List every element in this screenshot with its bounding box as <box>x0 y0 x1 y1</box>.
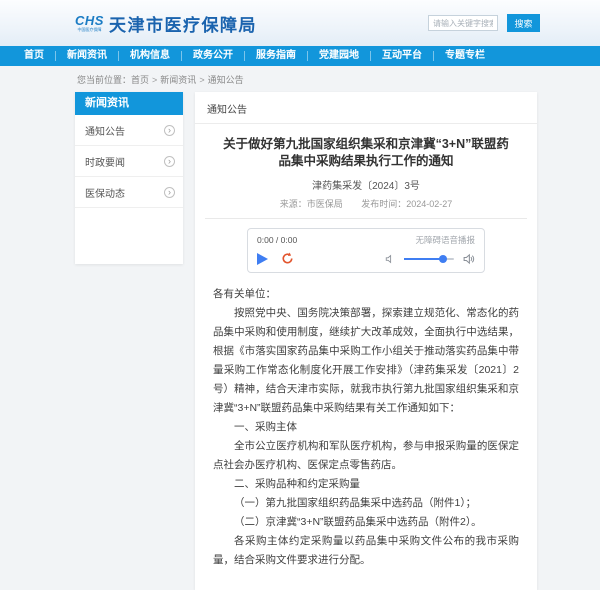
logo-abbr: CHS <box>75 14 104 27</box>
article-title: 关于做好第九批国家组织集采和京津冀“3+N”联盟药品集中采购结果执行工作的通知 <box>219 136 513 170</box>
paragraph: 各有关单位： <box>213 285 519 304</box>
nav-item-interaction[interactable]: 互动平台 <box>371 51 434 61</box>
site-search: 搜索 <box>428 14 540 32</box>
chevron-right-icon: › <box>164 187 175 198</box>
breadcrumb: 您当前位置：首页>新闻资讯>通知公告 <box>0 66 600 92</box>
breadcrumb-separator: > <box>199 75 204 85</box>
sidebar-item-political-news[interactable]: 时政要闻 › <box>75 146 183 177</box>
main-nav: 首页 新闻资讯 机构信息 政务公开 服务指南 党建园地 互动平台 专题专栏 <box>0 46 600 66</box>
play-button[interactable] <box>257 253 268 265</box>
search-button[interactable]: 搜索 <box>507 14 540 32</box>
nav-item-party-building[interactable]: 党建园地 <box>308 51 371 61</box>
sidebar-title: 新闻资讯 <box>75 92 183 115</box>
chs-logo-icon: CHS 中国医疗保障 <box>75 14 104 32</box>
site-header: CHS 中国医疗保障 天津市医疗保障局 搜索 <box>0 0 600 46</box>
sidebar-item-label: 时政要闻 <box>85 154 125 169</box>
content-area: 新闻资讯 通知公告 › 时政要闻 › 医保动态 › 通知公告 关于做好第九批国家… <box>0 92 600 590</box>
replay-icon[interactable] <box>281 252 294 265</box>
breadcrumb-current[interactable]: 通知公告 <box>208 75 244 85</box>
volume-slider[interactable] <box>404 258 454 260</box>
nav-item-home[interactable]: 首页 <box>13 51 56 61</box>
article-source: 来源：市医保局 <box>280 199 343 209</box>
article-body: 关于做好第九批国家组织集采和京津冀“3+N”联盟药品集中采购结果执行工作的通知 … <box>195 124 537 590</box>
paragraph: 按照党中央、国务院决策部署，探索建立规范化、常态化的药品集中采购和使用制度，继续… <box>213 304 519 418</box>
accessibility-audio-label[interactable]: 无障碍语音播报 <box>415 234 475 246</box>
logo-subtext: 中国医疗保障 <box>77 28 101 32</box>
audio-player: 0:00 / 0:00 无障碍语音播报 <box>247 228 485 273</box>
site-title: 天津市医疗保障局 <box>109 11 257 36</box>
nav-item-gov-affairs[interactable]: 政务公开 <box>182 51 245 61</box>
article-meta: 来源：市医保局 发布时间：2024-02-27 <box>213 197 519 210</box>
article-publish-date: 发布时间：2024-02-27 <box>361 199 452 209</box>
chevron-right-icon: › <box>164 125 175 136</box>
paragraph: （二）京津冀“3+N”联盟药品集采中选药品（附件2）。 <box>213 513 519 532</box>
site-logo: CHS 中国医疗保障 天津市医疗保障局 <box>75 11 257 36</box>
sidebar-item-label: 医保动态 <box>85 185 125 200</box>
paragraph: （一）第九批国家组织药品集采中选药品（附件1）； <box>213 494 519 513</box>
volume-knob[interactable] <box>439 255 447 263</box>
chevron-right-icon: › <box>164 156 175 167</box>
document-number: 津药集采发〔2024〕3号 <box>213 177 519 192</box>
audio-time: 0:00 / 0:00 <box>257 235 297 245</box>
article-card: 通知公告 关于做好第九批国家组织集采和京津冀“3+N”联盟药品集中采购结果执行工… <box>195 92 537 590</box>
section-heading: 二、采购品种和约定采购量 <box>213 475 519 494</box>
paragraph: 各采购主体约定采购量以药品集中采购文件公布的我市采购量，结合采购文件要求进行分配… <box>213 532 519 570</box>
volume-low-icon[interactable] <box>385 254 395 264</box>
breadcrumb-separator: > <box>152 75 157 85</box>
sidebar-item-notices[interactable]: 通知公告 › <box>75 115 183 146</box>
volume-fill <box>404 258 443 260</box>
paragraph: 全市公立医疗机构和军队医疗机构，参与申报采购量的医保定点社会办医疗机构、医保定点… <box>213 437 519 475</box>
breadcrumb-label: 您当前位置： <box>77 75 131 85</box>
article-section-label: 通知公告 <box>195 92 537 124</box>
volume-high-icon[interactable] <box>463 253 475 265</box>
breadcrumb-home[interactable]: 首页 <box>131 75 149 85</box>
nav-item-news[interactable]: 新闻资讯 <box>56 51 119 61</box>
nav-item-special-topics[interactable]: 专题专栏 <box>434 51 496 61</box>
nav-item-service-guide[interactable]: 服务指南 <box>245 51 308 61</box>
breadcrumb-news[interactable]: 新闻资讯 <box>160 75 196 85</box>
sidebar-item-medical-insurance-updates[interactable]: 医保动态 › <box>75 177 183 208</box>
nav-item-org-info[interactable]: 机构信息 <box>119 51 182 61</box>
sidebar-item-label: 通知公告 <box>85 123 125 138</box>
divider <box>205 218 527 219</box>
news-sidebar: 新闻资讯 通知公告 › 时政要闻 › 医保动态 › <box>75 92 183 264</box>
search-input[interactable] <box>428 15 498 31</box>
section-heading: 一、采购主体 <box>213 418 519 437</box>
